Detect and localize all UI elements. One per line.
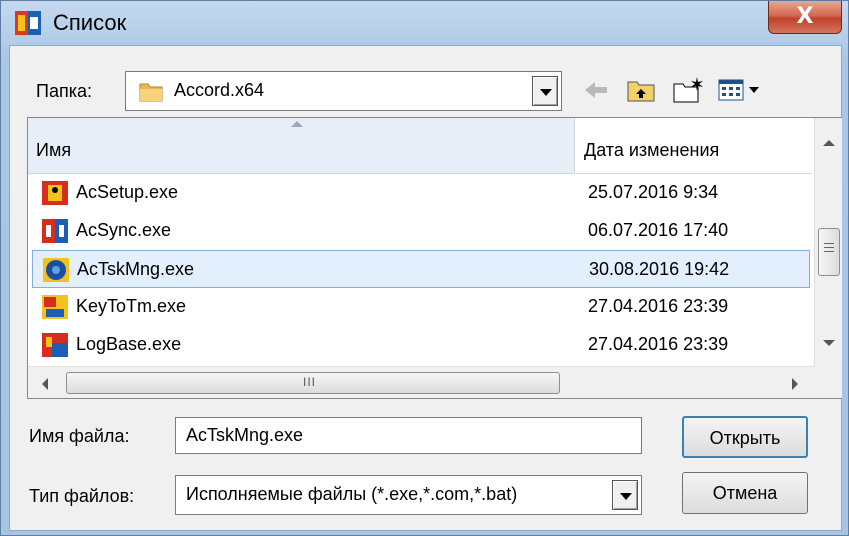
filetype-value: Исполняемые файлы (*.exe,*.com,*.bat) xyxy=(186,484,518,504)
window-title: Список xyxy=(53,10,127,35)
keytotm-app-icon xyxy=(42,295,68,319)
filename-label: Имя файла: xyxy=(29,426,130,446)
file-name: AcTskMng.exe xyxy=(77,259,195,279)
sort-ascending-icon xyxy=(291,121,303,127)
scroll-corner xyxy=(814,366,842,398)
dialog-window: Список X Папка: Accord.x64 Имя Дата изме… xyxy=(0,0,849,536)
column-header-name-label: Имя xyxy=(36,140,72,160)
scroll-grip: III xyxy=(303,375,317,389)
file-date: 27.04.2016 23:39 xyxy=(588,296,729,316)
scroll-left-icon[interactable] xyxy=(40,377,50,391)
cancel-button[interactable]: Отмена xyxy=(682,472,808,514)
horizontal-scroll-thumb[interactable]: III xyxy=(66,372,560,394)
filetype-dropdown-button[interactable] xyxy=(612,480,638,510)
file-date: 30.08.2016 19:42 xyxy=(589,259,730,279)
file-date: 06.07.2016 17:40 xyxy=(588,220,729,240)
list-item[interactable]: LogBase.exe 27.04.2016 23:39 xyxy=(32,326,810,364)
folder-icon xyxy=(139,83,163,102)
folder-select[interactable]: Accord.x64 xyxy=(125,71,562,111)
up-folder-icon[interactable] xyxy=(625,75,657,105)
column-header-date-label: Дата изменения xyxy=(584,140,720,160)
scroll-down-icon[interactable] xyxy=(822,338,836,348)
folder-value: Accord.x64 xyxy=(174,80,265,100)
vertical-scrollbar[interactable] xyxy=(814,118,842,366)
filetype-select[interactable]: Исполняемые файлы (*.exe,*.com,*.bat) xyxy=(175,475,642,515)
acsetup-app-icon xyxy=(42,181,68,205)
file-date: 25.07.2016 9:34 xyxy=(588,182,719,202)
acsync-app-icon xyxy=(42,219,68,243)
folder-label: Папка: xyxy=(36,81,92,101)
title-bar[interactable]: Список X xyxy=(1,1,849,45)
chevron-down-icon xyxy=(540,89,552,96)
file-name: AcSetup.exe xyxy=(76,182,179,202)
close-button[interactable]: X xyxy=(768,1,842,34)
view-menu-icon[interactable] xyxy=(717,75,763,105)
close-icon: X xyxy=(796,4,814,29)
new-folder-icon[interactable] xyxy=(671,75,705,105)
vertical-scroll-thumb[interactable] xyxy=(818,228,840,276)
file-name: AcSync.exe xyxy=(76,220,172,240)
back-arrow-icon[interactable] xyxy=(581,75,611,105)
logbase-app-icon xyxy=(42,333,68,357)
open-button[interactable]: Открыть xyxy=(682,416,808,458)
file-name: LogBase.exe xyxy=(76,334,182,354)
list-item[interactable]: KeyToTm.exe 27.04.2016 23:39 xyxy=(32,288,810,326)
actskmng-app-icon xyxy=(43,258,69,282)
column-header-date[interactable]: Дата изменения xyxy=(576,118,812,174)
file-list[interactable]: Имя Дата изменения AcSetup.exe 25.07.201… xyxy=(27,117,842,399)
column-header-name[interactable]: Имя xyxy=(28,118,575,174)
list-item[interactable]: AcSync.exe 06.07.2016 17:40 xyxy=(32,212,810,250)
file-name: KeyToTm.exe xyxy=(76,296,187,316)
horizontal-scrollbar[interactable]: III xyxy=(28,366,814,398)
chevron-down-icon xyxy=(620,493,632,500)
filename-input[interactable]: AcTskMng.exe xyxy=(175,417,642,454)
list-item-selected[interactable]: AcTskMng.exe 30.08.2016 19:42 xyxy=(32,250,810,288)
folder-dropdown-button[interactable] xyxy=(532,76,558,106)
app-icon xyxy=(15,11,41,35)
filetype-label: Тип файлов: xyxy=(29,486,135,506)
scroll-up-icon[interactable] xyxy=(822,138,836,148)
list-item[interactable]: AcSetup.exe 25.07.2016 9:34 xyxy=(32,174,810,212)
file-date: 27.04.2016 23:39 xyxy=(588,334,729,354)
scroll-right-icon[interactable] xyxy=(790,377,800,391)
